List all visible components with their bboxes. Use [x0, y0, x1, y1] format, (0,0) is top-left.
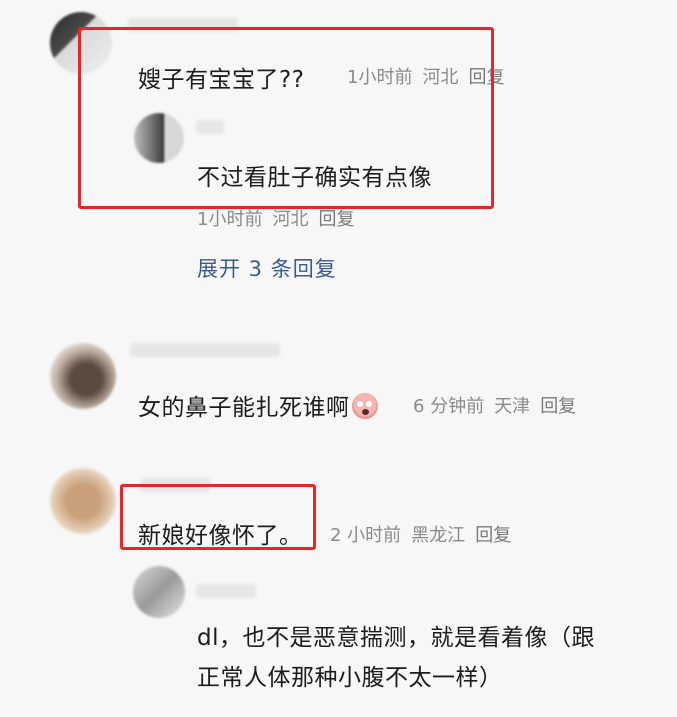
reply-text-line-2: 正常人体那种小腹不太一样） [197, 665, 503, 691]
reply-location: 河北 [272, 209, 309, 230]
comment-meta: 2 小时前 黑龙江 回复 [330, 521, 521, 547]
comment-location: 黑龙江 [411, 525, 466, 546]
crying-face-emoji-icon [351, 393, 378, 419]
reply-button[interactable]: 回复 [540, 396, 576, 417]
username-blurred[interactable] [196, 584, 256, 598]
username-blurred[interactable] [130, 343, 280, 357]
comment-meta: 6 分钟前 天津 回复 [413, 392, 586, 418]
comment-location: 天津 [494, 396, 531, 417]
comment-text: 女的鼻子能扎死谁啊 [138, 388, 378, 422]
avatar[interactable] [50, 343, 116, 409]
comment-body: 女的鼻子能扎死谁啊 [138, 395, 350, 421]
comment-time: 2 小时前 [330, 525, 402, 546]
reply-button[interactable]: 回复 [475, 525, 511, 546]
highlight-box [120, 484, 316, 550]
avatar[interactable] [133, 566, 185, 618]
reply-text-line-1: dl，也不是恶意揣测，就是看着像（跟 [197, 625, 595, 651]
expand-replies-link[interactable]: 展开 3 条回复 [197, 253, 337, 283]
avatar[interactable] [50, 468, 116, 534]
comment-time: 6 分钟前 [413, 396, 485, 417]
reply-button[interactable]: 回复 [318, 209, 354, 230]
highlight-box [78, 27, 494, 209]
reply-time: 1小时前 [197, 209, 263, 230]
